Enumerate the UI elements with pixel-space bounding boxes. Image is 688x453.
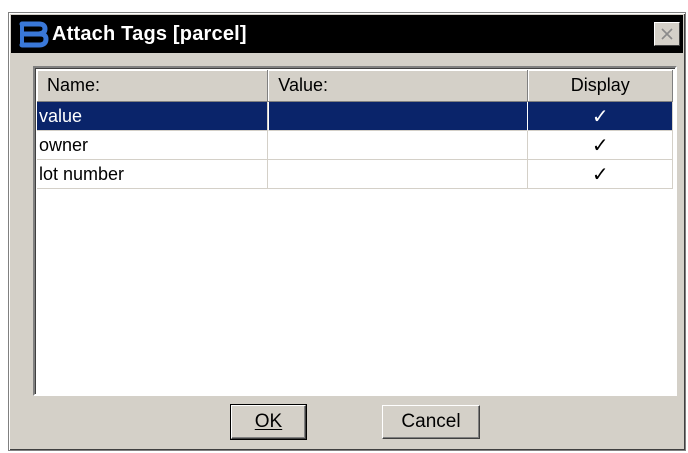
table-row[interactable]: owner ✓ — [37, 131, 673, 160]
attach-tags-dialog: Attach Tags [parcel] Name: Value: Displa… — [8, 12, 686, 451]
cancel-button[interactable]: Cancel — [382, 405, 480, 439]
close-icon — [661, 28, 673, 40]
tag-value-cell[interactable] — [268, 131, 529, 160]
tag-name-cell[interactable]: value — [37, 102, 269, 131]
table-row[interactable]: value ✓ — [37, 102, 673, 131]
close-button[interactable] — [654, 22, 680, 46]
tag-name-cell[interactable]: owner — [37, 131, 269, 160]
tag-value-cell[interactable] — [268, 102, 529, 131]
title-bar[interactable]: Attach Tags [parcel] — [11, 15, 683, 53]
table-row[interactable]: lot number ✓ — [37, 160, 673, 189]
display-check-cell[interactable]: ✓ — [528, 160, 673, 189]
list-header: Name: Value: Display — [37, 70, 673, 102]
cancel-button-label: Cancel — [401, 411, 461, 432]
ok-button[interactable]: OK — [230, 404, 307, 440]
column-header-name[interactable]: Name: — [37, 70, 269, 102]
column-header-value[interactable]: Value: — [268, 70, 529, 102]
display-check-cell[interactable]: ✓ — [528, 131, 673, 160]
tag-value-cell[interactable] — [268, 160, 529, 189]
column-header-display[interactable]: Display — [528, 70, 673, 102]
display-check-cell[interactable]: ✓ — [528, 102, 673, 131]
dialog-title: Attach Tags [parcel] — [52, 22, 247, 45]
bentley-b-icon — [15, 16, 51, 52]
ok-button-label: OK — [254, 411, 283, 432]
tag-name-cell[interactable]: lot number — [37, 160, 269, 189]
tags-list[interactable]: Name: Value: Display value ✓ owner ✓ lot… — [33, 66, 677, 396]
